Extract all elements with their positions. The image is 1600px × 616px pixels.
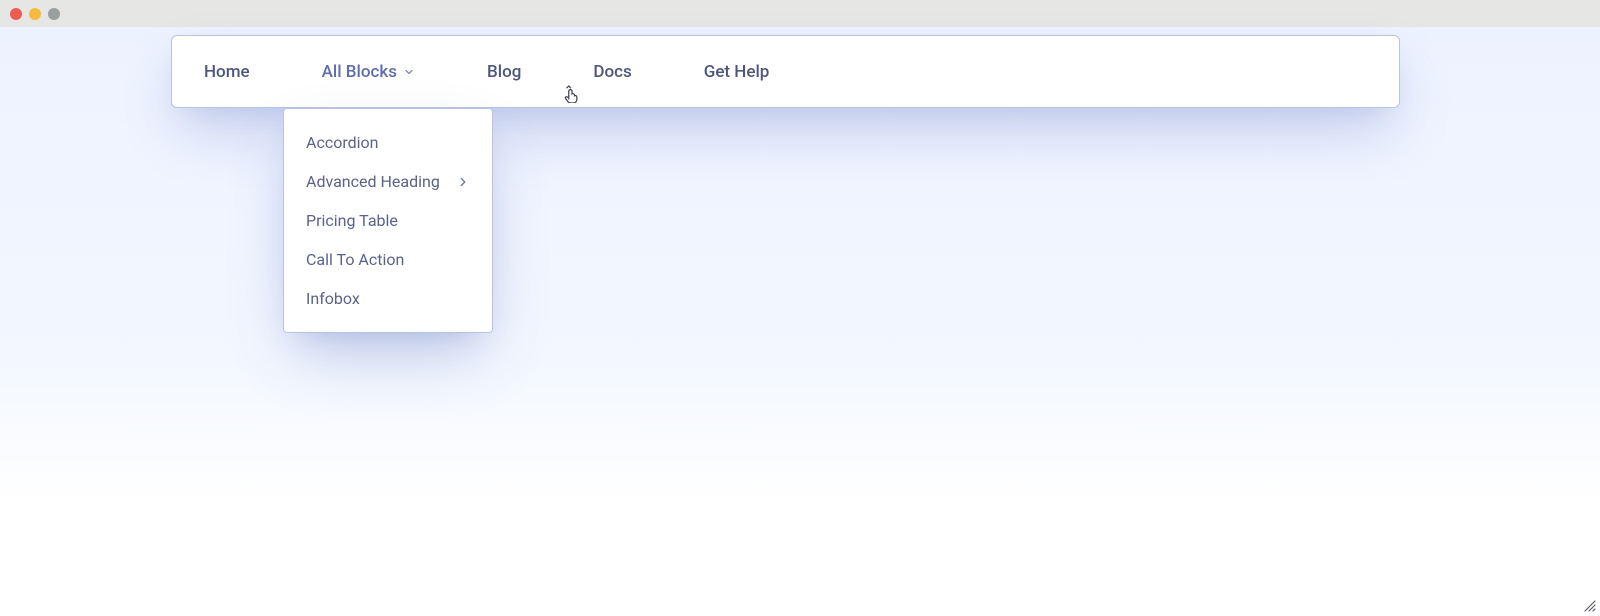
dropdown-item-infobox[interactable]: Infobox xyxy=(284,279,492,318)
nav-item-home[interactable]: Home xyxy=(204,62,250,82)
all-blocks-dropdown: Accordion Advanced Heading Pricing Table… xyxy=(283,108,493,333)
window-minimize-icon[interactable] xyxy=(29,8,41,20)
pointer-cursor-icon xyxy=(562,81,580,107)
dropdown-item-advanced-heading[interactable]: Advanced Heading xyxy=(284,162,492,201)
window-close-icon[interactable] xyxy=(10,8,22,20)
page-area: Home All Blocks Blog Docs Get Help xyxy=(0,27,1600,503)
nav-item-label: Docs xyxy=(593,62,631,82)
nav-item-label: Blog xyxy=(487,62,521,82)
resize-handle-icon[interactable] xyxy=(1582,597,1596,611)
nav-item-docs[interactable]: Docs xyxy=(593,62,631,82)
nav-item-blog[interactable]: Blog xyxy=(487,62,521,82)
dropdown-item-label: Pricing Table xyxy=(306,211,470,230)
dropdown-item-label: Advanced Heading xyxy=(306,172,456,191)
nav-list: Home All Blocks Blog Docs Get Help xyxy=(172,62,769,82)
window-titlebar xyxy=(0,0,1600,27)
dropdown-item-label: Call To Action xyxy=(306,250,470,269)
nav-item-label: Home xyxy=(204,62,250,82)
window-zoom-icon[interactable] xyxy=(48,8,60,20)
nav-item-all-blocks[interactable]: All Blocks xyxy=(322,62,415,82)
nav-item-get-help[interactable]: Get Help xyxy=(704,62,770,82)
dropdown-item-pricing-table[interactable]: Pricing Table xyxy=(284,201,492,240)
main-nav: Home All Blocks Blog Docs Get Help xyxy=(171,35,1400,108)
chevron-down-icon xyxy=(403,66,415,78)
dropdown-item-label: Accordion xyxy=(306,133,470,152)
nav-item-label: Get Help xyxy=(704,62,770,82)
dropdown-item-label: Infobox xyxy=(306,289,470,308)
chevron-right-icon xyxy=(456,175,470,189)
dropdown-item-accordion[interactable]: Accordion xyxy=(284,123,492,162)
nav-item-label: All Blocks xyxy=(322,62,397,82)
dropdown-item-call-to-action[interactable]: Call To Action xyxy=(284,240,492,279)
